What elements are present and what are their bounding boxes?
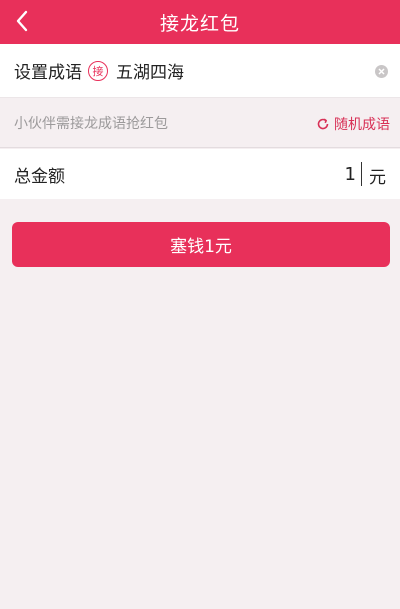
text-caret xyxy=(361,162,362,186)
amount-row: 总金额 元 xyxy=(0,149,400,199)
idiom-label: 设置成语 xyxy=(14,63,82,83)
submit-button[interactable]: 塞钱1元 xyxy=(12,222,390,267)
amount-unit: 元 xyxy=(369,168,386,188)
page-title: 接龙红包 xyxy=(159,12,240,35)
back-button[interactable] xyxy=(10,6,34,36)
idiom-input[interactable]: 五湖四海 xyxy=(116,58,184,83)
amount-input[interactable] xyxy=(316,161,356,187)
jie-badge: 接 xyxy=(88,60,108,81)
random-idiom-label: 随机成语 xyxy=(334,117,390,133)
chevron-left-icon xyxy=(16,10,28,32)
hint-text: 小伙伴需接龙成语抢红包 xyxy=(14,115,168,132)
hint-row: 小伙伴需接龙成语抢红包 随机成语 xyxy=(0,98,400,148)
nav-bar: 接龙红包 xyxy=(0,0,400,44)
amount-label: 总金额 xyxy=(14,166,65,187)
idiom-row: 设置成语 接 五湖四海 xyxy=(0,44,400,98)
clear-icon[interactable] xyxy=(375,65,388,78)
random-idiom-button[interactable]: 随机成语 xyxy=(316,114,390,134)
refresh-icon xyxy=(317,118,329,130)
